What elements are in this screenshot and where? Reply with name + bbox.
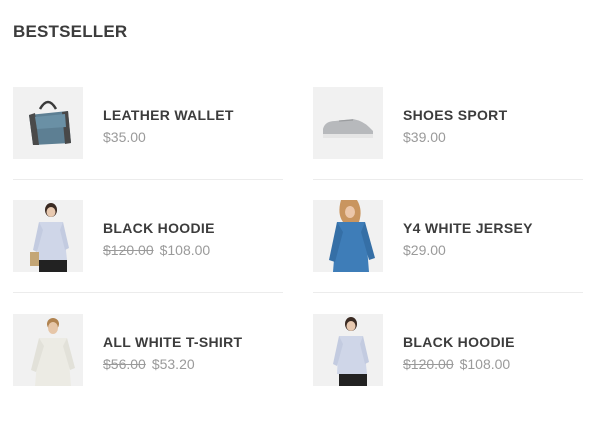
product-old-price: $120.00 [103,242,154,258]
product-name[interactable]: BLACK HOODIE [403,334,515,350]
product-price-row: $56.00 $53.20 [103,356,242,372]
woman-shirt-image [13,200,83,272]
product-name[interactable]: ALL WHITE T-SHIRT [103,334,242,350]
item-divider [13,292,283,293]
sneaker-image [313,87,383,159]
product-item: SHOES SPORT $39.00 [313,87,583,159]
product-item: Y4 WHITE JERSEY $29.00 [313,200,583,272]
bag-image [13,87,83,159]
product-price-row: $39.00 [403,129,507,145]
item-divider [13,179,283,180]
man-shirt-image [13,314,83,386]
product-name[interactable]: LEATHER WALLET [103,107,234,123]
product-name[interactable]: Y4 WHITE JERSEY [403,220,533,236]
product-item: ALL WHITE T-SHIRT $56.00 $53.20 [13,314,283,386]
product-price: $108.00 [159,242,211,258]
product-thumbnail[interactable] [13,87,83,159]
product-thumbnail[interactable] [313,87,383,159]
product-old-price: $56.00 [103,356,146,372]
product-price: $108.00 [459,356,511,372]
product-thumbnail[interactable] [13,200,83,272]
item-divider [313,292,583,293]
product-price: $53.20 [151,356,195,372]
product-price: $39.00 [403,129,446,145]
denim-shirt-image [313,200,383,272]
product-old-price: $120.00 [403,356,454,372]
product-name[interactable]: SHOES SPORT [403,107,507,123]
product-item: LEATHER WALLET $35.00 [13,87,283,159]
product-price-row: $120.00 $108.00 [103,242,215,258]
product-price-row: $35.00 [103,129,234,145]
product-price-row: $29.00 [403,242,533,258]
woman-shirt-image [313,314,383,386]
product-price: $29.00 [403,242,446,258]
product-thumbnail[interactable] [13,314,83,386]
product-thumbnail[interactable] [313,314,383,386]
product-item: BLACK HOODIE $120.00 $108.00 [13,200,283,272]
product-price-row: $120.00 $108.00 [403,356,515,372]
product-item: BLACK HOODIE $120.00 $108.00 [313,314,583,386]
item-divider [313,179,583,180]
section-title: BESTSELLER [13,22,128,41]
product-thumbnail[interactable] [313,200,383,272]
product-price: $35.00 [103,129,146,145]
product-name[interactable]: BLACK HOODIE [103,220,215,236]
